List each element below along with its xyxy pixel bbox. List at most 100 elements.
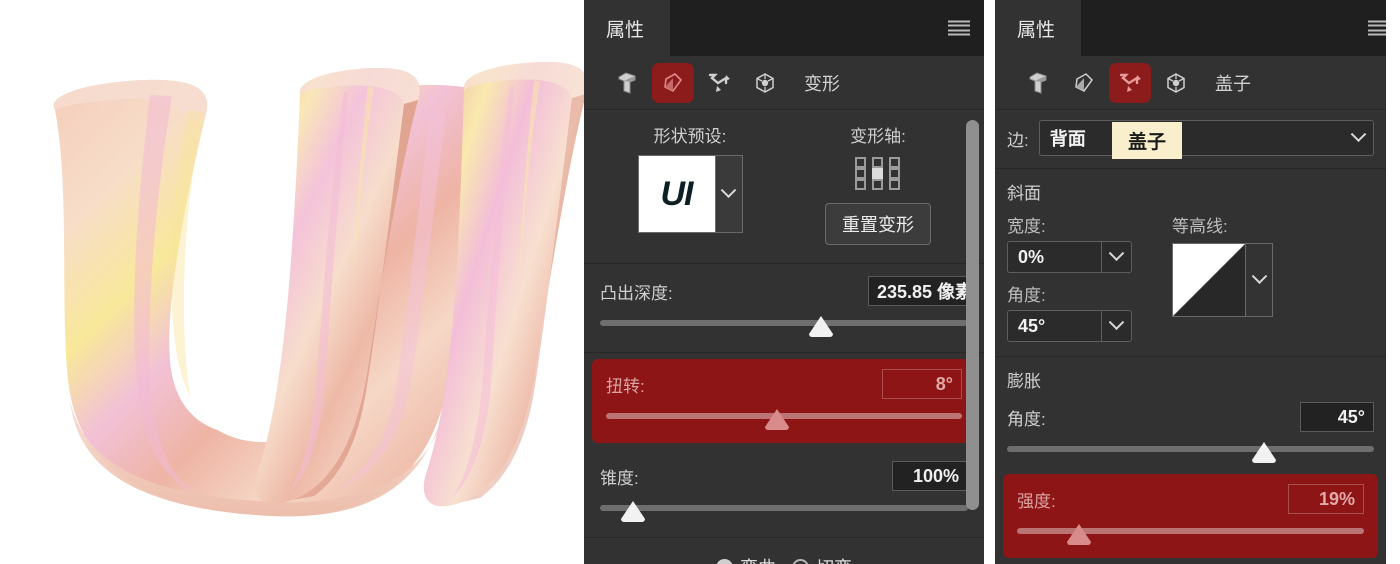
panel-scrollbar-thumb[interactable] bbox=[966, 120, 979, 510]
shape-preset-swatch[interactable]: UI bbox=[637, 155, 716, 233]
scene-icon bbox=[1167, 72, 1185, 93]
shape-preset-dropdown-arrow[interactable] bbox=[715, 155, 743, 233]
extrusion-depth-track[interactable] bbox=[600, 320, 968, 326]
taper-slider[interactable] bbox=[600, 501, 968, 523]
chevron-down-icon bbox=[1108, 244, 1125, 261]
radio-shear-dot[interactable] bbox=[792, 558, 809, 564]
twist-slider[interactable] bbox=[606, 409, 962, 431]
inflate-angle-slider[interactable] bbox=[1007, 442, 1374, 464]
side-dropdown[interactable]: 背面 bbox=[1038, 120, 1374, 156]
extrude-icon-button[interactable] bbox=[606, 63, 648, 103]
anchor-cell-bc[interactable] bbox=[872, 179, 883, 190]
side-label: 边: bbox=[1007, 130, 1029, 150]
inflate-strength-thumb[interactable] bbox=[1067, 524, 1092, 545]
3d-letters-render bbox=[53, 62, 584, 517]
anchor-cell-tl[interactable] bbox=[855, 157, 866, 168]
mode-toolbar: 变形 bbox=[584, 56, 984, 110]
anchor-cell-tr[interactable] bbox=[889, 157, 900, 168]
contour-picker[interactable] bbox=[1172, 243, 1273, 317]
twist-label: 扭转: bbox=[606, 376, 645, 396]
scene-icon-button-right[interactable] bbox=[1155, 63, 1197, 103]
bevel-section: 斜面 宽度: 0% 角度: 45° 等高线: bbox=[995, 169, 1386, 357]
anchor-cell-br[interactable] bbox=[889, 179, 900, 190]
scene-icon-button[interactable] bbox=[744, 63, 786, 103]
mode-radio-group: 弯曲 切变 bbox=[584, 538, 984, 564]
shape-icon-button-right[interactable] bbox=[1063, 63, 1105, 103]
tab-properties-right[interactable]: 属性 bbox=[995, 0, 1081, 56]
bevel-heading: 斜面 bbox=[1007, 184, 1041, 203]
extrusion-depth-value[interactable]: 235.85 像素 bbox=[868, 276, 968, 306]
cap-icon bbox=[1119, 73, 1141, 92]
radio-bend-label: 弯曲 bbox=[740, 554, 776, 564]
toolbar-label-right: 盖子 bbox=[1215, 73, 1251, 94]
cap-icon bbox=[708, 73, 730, 92]
cap-icon-button[interactable] bbox=[698, 63, 740, 103]
extrude-icon bbox=[1029, 71, 1047, 94]
radio-shear[interactable]: 切变 bbox=[792, 554, 852, 564]
shape-icon bbox=[1075, 72, 1093, 92]
cap-icon-button-right[interactable] bbox=[1109, 62, 1151, 103]
hamburger-menu-icon[interactable] bbox=[948, 20, 970, 36]
bevel-angle-combo[interactable]: 45° bbox=[1007, 310, 1132, 342]
bevel-angle-arrow[interactable] bbox=[1101, 311, 1131, 341]
anchor-cell-tc[interactable] bbox=[872, 157, 883, 168]
tab-properties[interactable]: 属性 bbox=[584, 0, 670, 56]
shape-preset-swatch-text: UI bbox=[660, 174, 694, 213]
extrusion-depth-thumb[interactable] bbox=[808, 316, 833, 337]
inflate-strength-slider[interactable] bbox=[1017, 524, 1364, 546]
bevel-width-combo[interactable]: 0% bbox=[1007, 241, 1132, 273]
twist-value[interactable]: 8° bbox=[882, 369, 962, 399]
transform-axis-anchor-grid[interactable] bbox=[855, 157, 901, 191]
shape-preset-label: 形状预设: bbox=[653, 127, 727, 146]
anchor-cell-ml[interactable] bbox=[855, 168, 866, 179]
extrude-icon bbox=[618, 71, 636, 94]
hamburger-menu-icon-right[interactable] bbox=[1368, 20, 1386, 36]
side-dropdown-arrow[interactable] bbox=[1343, 121, 1373, 155]
reset-transform-button[interactable]: 重置变形 bbox=[825, 203, 931, 245]
inflate-angle-thumb[interactable] bbox=[1251, 442, 1276, 463]
screenshot-root: 属性 变形 形状预设: UI 变形轴: 重置变形 凸出深度: 235.85 像素… bbox=[0, 0, 1400, 564]
cap-properties-panel: 属性 盖子 边: 背面 盖子 斜面 宽度: 0% 角度: 45° 等高线: 膨胀… bbox=[995, 0, 1386, 564]
taper-value[interactable]: 100% bbox=[892, 461, 968, 491]
artwork-canvas bbox=[0, 0, 584, 564]
contour-label: 等高线: bbox=[1172, 217, 1228, 236]
taper-track[interactable] bbox=[600, 505, 968, 511]
inflate-section: 膨胀 角度: 45° bbox=[995, 357, 1386, 470]
shape-icon-button[interactable] bbox=[652, 62, 694, 103]
panel-tabbar: 属性 bbox=[584, 0, 984, 56]
inflate-strength-value[interactable]: 19% bbox=[1288, 484, 1364, 514]
preset-axis-section: 形状预设: UI 变形轴: 重置变形 bbox=[584, 110, 984, 264]
bevel-width-label: 宽度: bbox=[1007, 217, 1046, 236]
toolbar-label: 变形 bbox=[804, 73, 840, 94]
bevel-angle-label: 角度: bbox=[1007, 286, 1046, 305]
side-dropdown-value: 背面 bbox=[1049, 129, 1086, 149]
chevron-down-icon bbox=[1251, 267, 1267, 284]
twist-thumb[interactable] bbox=[764, 409, 789, 430]
taper-label: 锥度: bbox=[600, 468, 639, 488]
bevel-angle-value[interactable]: 45° bbox=[1008, 311, 1101, 341]
inflate-angle-track[interactable] bbox=[1007, 446, 1374, 452]
side-section: 边: 背面 盖子 bbox=[995, 110, 1386, 169]
inflate-strength-label: 强度: bbox=[1017, 491, 1056, 511]
extrusion-depth-label: 凸出深度: bbox=[600, 283, 673, 303]
twist-highlight: 扭转: 8° bbox=[592, 359, 976, 443]
shape-preset-picker[interactable]: UI bbox=[637, 155, 743, 233]
extrusion-depth-section: 凸出深度: 235.85 像素 bbox=[584, 264, 984, 353]
extrude-icon-button-right[interactable] bbox=[1017, 63, 1059, 103]
taper-thumb[interactable] bbox=[621, 501, 646, 522]
transform-axis-label: 变形轴: bbox=[850, 127, 906, 146]
bevel-width-value[interactable]: 0% bbox=[1008, 242, 1101, 272]
radio-bend-dot[interactable] bbox=[716, 558, 733, 564]
anchor-cell-mr[interactable] bbox=[889, 168, 900, 179]
inflate-angle-value[interactable]: 45° bbox=[1300, 402, 1374, 432]
anchor-cell-bl[interactable] bbox=[855, 179, 866, 190]
extrusion-depth-slider[interactable] bbox=[600, 316, 968, 338]
radio-bend[interactable]: 弯曲 bbox=[716, 554, 776, 564]
chevron-down-icon bbox=[1108, 313, 1125, 330]
scene-icon bbox=[756, 72, 774, 93]
bevel-width-arrow[interactable] bbox=[1101, 242, 1131, 272]
contour-swatch[interactable] bbox=[1172, 243, 1246, 317]
contour-dropdown-arrow[interactable] bbox=[1246, 243, 1273, 317]
inflate-heading: 膨胀 bbox=[1007, 372, 1041, 391]
anchor-cell-center[interactable] bbox=[872, 168, 883, 179]
